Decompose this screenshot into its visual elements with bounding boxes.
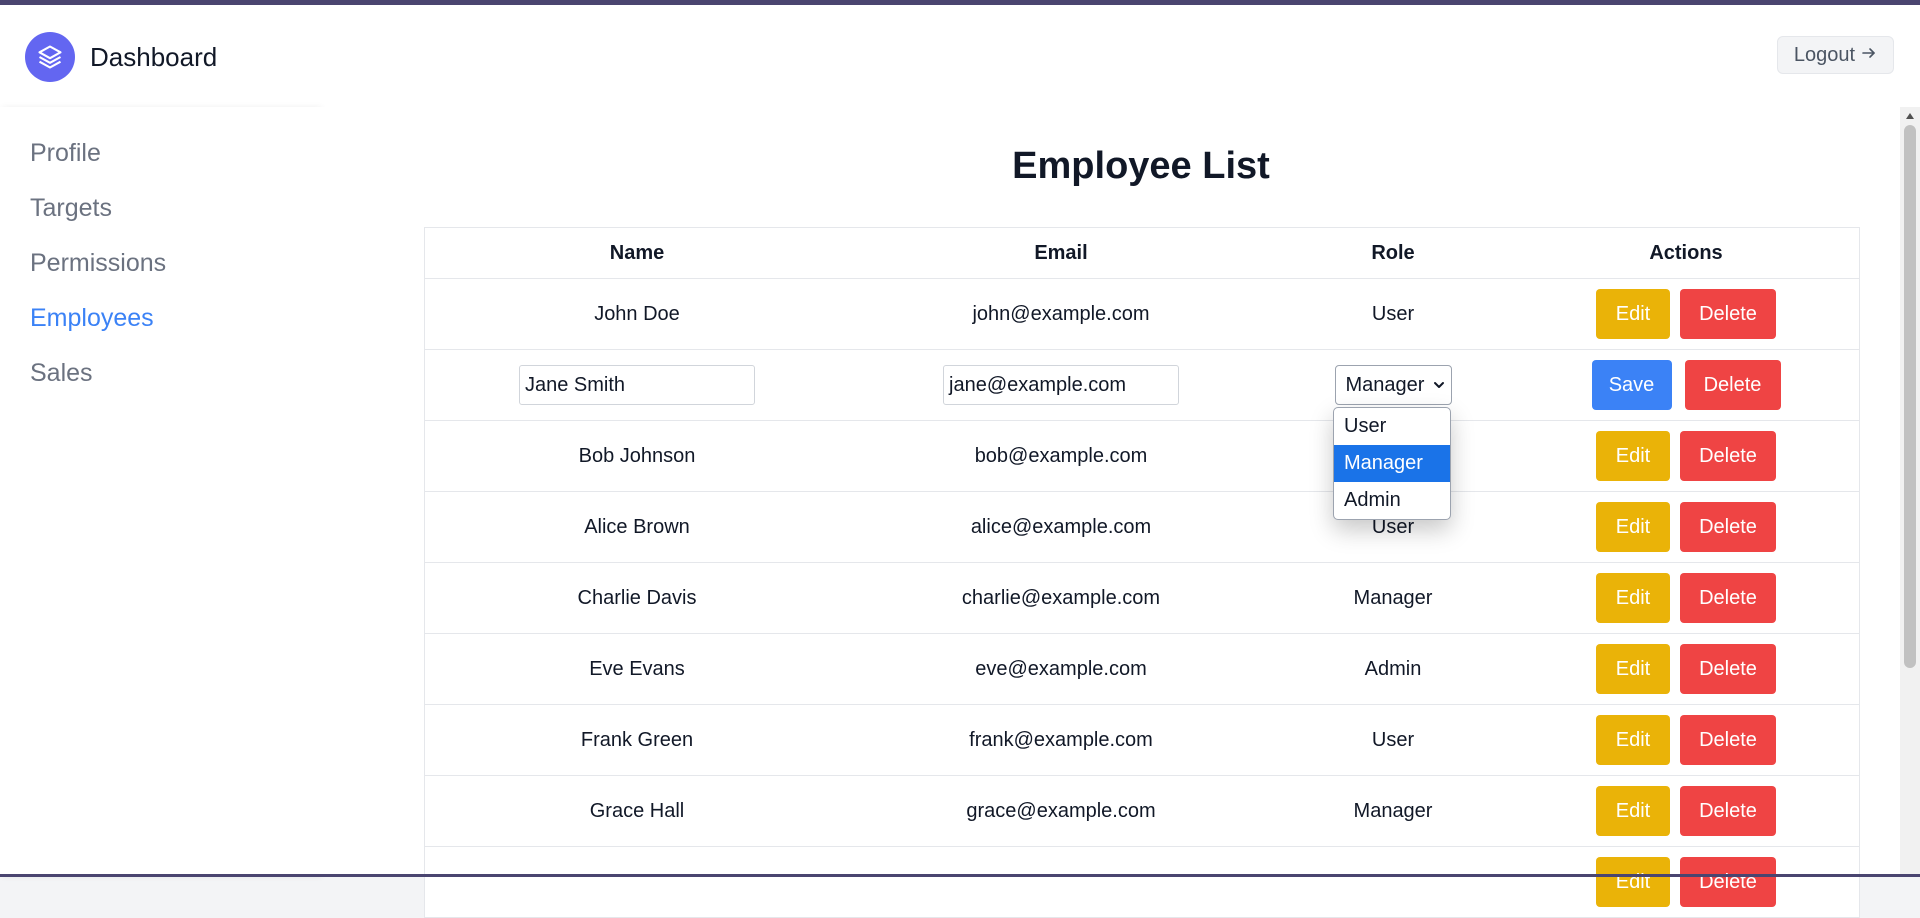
email-input[interactable]: jane@example.com: [943, 365, 1179, 405]
row-actions: Edit Delete: [1513, 776, 1859, 846]
row-actions: Edit Delete: [1513, 563, 1859, 633]
arrow-right-icon: [1861, 44, 1877, 67]
scroll-up-arrow-icon[interactable]: [1900, 107, 1920, 125]
delete-button[interactable]: Delete: [1680, 502, 1776, 552]
table-row: John Doe john@example.com User Edit Dele…: [425, 279, 1859, 350]
employee-name: Frank Green: [580, 728, 694, 751]
edit-button[interactable]: Edit: [1596, 573, 1670, 623]
row-actions: Save Delete: [1513, 350, 1859, 420]
employee-email: charlie@example.com: [961, 586, 1161, 609]
sidebar-item-targets[interactable]: Targets: [30, 194, 112, 223]
column-header-role: Role: [1371, 241, 1415, 264]
vertical-scrollbar[interactable]: [1900, 107, 1920, 877]
edit-button[interactable]: Edit: [1596, 786, 1670, 836]
table-row: Eve Evans eve@example.com Admin Edit Del…: [425, 634, 1859, 705]
delete-button[interactable]: Delete: [1680, 573, 1776, 623]
table-header-row: Name Email Role Actions: [425, 228, 1859, 279]
employee-email: grace@example.com: [966, 799, 1156, 822]
column-header-actions: Actions: [1649, 241, 1723, 264]
role-option-user[interactable]: User: [1334, 408, 1450, 445]
employee-name: Grace Hall: [589, 799, 685, 822]
delete-button[interactable]: Delete: [1680, 644, 1776, 694]
employee-role: Manager: [1353, 586, 1433, 609]
edit-button[interactable]: Edit: [1596, 715, 1670, 765]
edit-button[interactable]: Edit: [1596, 644, 1670, 694]
page-title: Employee List: [1012, 145, 1270, 187]
name-cell: Jane Smith: [425, 350, 849, 420]
chevron-down-icon: [1433, 374, 1445, 397]
delete-button[interactable]: Delete: [1680, 431, 1776, 481]
table-row: Edit Delete: [425, 847, 1859, 918]
employee-name: Alice Brown: [584, 515, 690, 538]
app-brand[interactable]: Dashboard: [90, 42, 217, 73]
edit-button[interactable]: Edit: [1596, 289, 1670, 339]
role-option-admin[interactable]: Admin: [1334, 482, 1450, 519]
role-select-value: Manager: [1345, 373, 1425, 396]
employee-table: Name Email Role Actions John Doe john@ex…: [424, 227, 1860, 918]
delete-button[interactable]: Delete: [1684, 360, 1781, 410]
row-actions: Edit Delete: [1513, 847, 1859, 917]
employee-role: Manager: [1353, 799, 1433, 822]
delete-button[interactable]: Delete: [1680, 857, 1776, 907]
email-cell: jane@example.com: [849, 350, 1273, 420]
sidebar-item-sales[interactable]: Sales: [30, 359, 93, 388]
employee-name: Eve Evans: [589, 657, 685, 680]
table-row-editing: Jane Smith jane@example.com Manager Save…: [425, 350, 1859, 421]
app-header: Dashboard Logout: [0, 5, 1920, 107]
row-actions: Edit Delete: [1513, 705, 1859, 775]
employee-role: User: [1371, 302, 1415, 325]
row-actions: Edit Delete: [1513, 421, 1859, 491]
delete-button[interactable]: Delete: [1680, 715, 1776, 765]
employee-name: John Doe: [594, 302, 680, 325]
sidebar-item-employees[interactable]: Employees: [30, 304, 154, 333]
edit-button[interactable]: Edit: [1596, 502, 1670, 552]
scrollbar-thumb[interactable]: [1904, 125, 1916, 668]
employee-name: Bob Johnson: [578, 444, 696, 467]
layers-icon[interactable]: [25, 32, 75, 82]
role-select[interactable]: Manager: [1334, 365, 1452, 405]
employee-email: john@example.com: [972, 302, 1150, 325]
employee-role: Admin: [1364, 657, 1422, 680]
edit-button[interactable]: Edit: [1596, 857, 1670, 907]
role-dropdown-menu: User Manager Admin: [1333, 407, 1451, 520]
employee-role: User: [1371, 728, 1415, 751]
employee-email: frank@example.com: [969, 728, 1153, 751]
table-row: Grace Hall grace@example.com Manager Edi…: [425, 776, 1859, 847]
column-header-email: Email: [1034, 241, 1088, 264]
row-actions: Edit Delete: [1513, 492, 1859, 562]
save-button[interactable]: Save: [1591, 360, 1672, 410]
column-header-name: Name: [609, 241, 665, 264]
table-row: Charlie Davis charlie@example.com Manage…: [425, 563, 1859, 634]
employee-email: alice@example.com: [970, 515, 1152, 538]
role-option-manager[interactable]: Manager: [1334, 445, 1450, 482]
sidebar: Profile Targets Permissions Employees Sa…: [0, 107, 320, 877]
delete-button[interactable]: Delete: [1680, 289, 1776, 339]
employee-name: Charlie Davis: [577, 586, 697, 609]
row-actions: Edit Delete: [1513, 634, 1859, 704]
edit-button[interactable]: Edit: [1596, 431, 1670, 481]
main-content: Employee List Name Email Role Actions Jo…: [320, 107, 1900, 918]
table-row: Alice Brown alice@example.com User Edit …: [425, 492, 1859, 563]
employee-email: eve@example.com: [975, 657, 1147, 680]
employee-email: bob@example.com: [974, 444, 1148, 467]
logout-label: Logout: [1793, 43, 1856, 66]
row-actions: Edit Delete: [1513, 279, 1859, 349]
table-row: Bob Johnson bob@example.com Edit Delete: [425, 421, 1859, 492]
logout-button[interactable]: Logout: [1777, 36, 1894, 74]
sidebar-item-permissions[interactable]: Permissions: [30, 249, 166, 278]
sidebar-item-profile[interactable]: Profile: [30, 139, 101, 168]
table-row: Frank Green frank@example.com User Edit …: [425, 705, 1859, 776]
name-input[interactable]: Jane Smith: [519, 365, 755, 405]
delete-button[interactable]: Delete: [1680, 786, 1776, 836]
